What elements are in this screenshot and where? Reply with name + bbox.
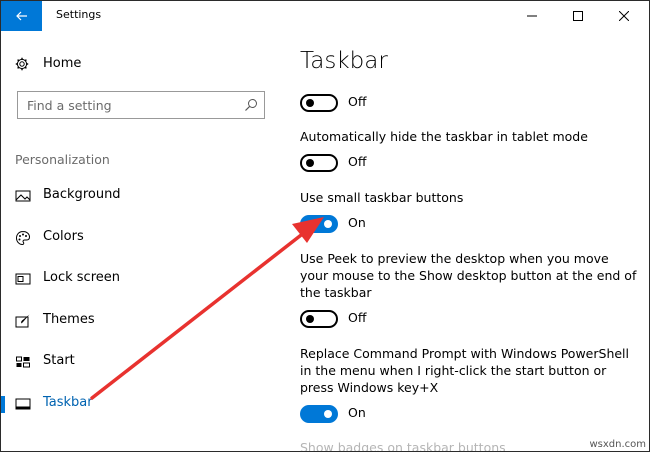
toggle-state: On	[348, 215, 366, 230]
toggle-knob	[306, 159, 314, 167]
toggle-knob	[324, 220, 332, 228]
lock-screen-icon	[15, 273, 31, 285]
maximize-button[interactable]	[555, 1, 601, 31]
toggle-switch-lock-taskbar[interactable]	[300, 94, 338, 112]
sidebar-item-colors[interactable]: Colors	[1, 221, 285, 255]
search-icon	[245, 99, 257, 111]
sidebar-item-label: Lock screen	[43, 270, 120, 285]
toggle-switch-small-buttons[interactable]	[300, 215, 338, 233]
home-label: Home	[43, 56, 82, 71]
palette-icon	[15, 230, 31, 246]
toggle-switch-powershell[interactable]	[300, 405, 338, 423]
toggle-knob	[306, 99, 314, 107]
minimize-icon	[527, 15, 537, 17]
toggle-knob	[324, 410, 332, 418]
home-link[interactable]: Home	[15, 56, 81, 71]
search-placeholder: Find a setting	[27, 98, 112, 113]
watermark: wsxdn.com	[589, 439, 646, 450]
window-title: Settings	[56, 8, 102, 21]
setting-label: Automatically hide the taskbar in tablet…	[300, 129, 588, 144]
taskbar-icon	[15, 398, 31, 410]
maximize-icon	[573, 11, 583, 21]
sidebar-item-label: Start	[43, 353, 75, 368]
back-arrow-icon	[15, 11, 27, 21]
toggle-switch-auto-hide-tablet[interactable]	[300, 154, 338, 172]
picture-icon	[15, 190, 31, 202]
toggle-state: On	[348, 405, 366, 420]
start-grid-icon	[16, 356, 30, 368]
close-icon	[619, 11, 629, 21]
sidebar-item-lock-screen[interactable]: Lock screen	[1, 262, 285, 296]
sidebar-item-themes[interactable]: Themes	[1, 304, 285, 338]
minimize-button[interactable]	[509, 1, 555, 31]
sidebar-item-label: Taskbar	[43, 395, 93, 410]
toggle-state: Off	[348, 310, 367, 325]
settings-window: Settings Home Find a setting Personaliza…	[0, 0, 650, 452]
toggle-state: Off	[348, 154, 367, 169]
active-indicator	[1, 396, 5, 413]
sidebar-item-label: Background	[43, 187, 121, 202]
search-input[interactable]: Find a setting	[17, 91, 265, 119]
section-label: Personalization	[15, 152, 110, 167]
sidebar-item-label: Themes	[43, 312, 95, 327]
sidebar-item-start[interactable]: Start	[1, 345, 285, 379]
brush-icon	[15, 314, 30, 328]
setting-label: Replace Command Prompt with Windows Powe…	[300, 346, 630, 395]
sidebar: Home Find a setting Personalization Back…	[1, 31, 285, 451]
gear-icon	[15, 57, 29, 70]
main-content: Taskbar Off Automatically hide the taskb…	[285, 31, 649, 451]
sidebar-item-taskbar[interactable]: Taskbar	[1, 387, 285, 421]
toggle-state: Off	[348, 94, 367, 109]
toggle-knob	[306, 315, 314, 323]
title-bar: Settings	[1, 1, 649, 31]
setting-label: Use Peek to preview the desktop when you…	[300, 251, 637, 300]
sidebar-item-background[interactable]: Background	[1, 179, 285, 213]
back-button[interactable]	[1, 1, 42, 31]
sidebar-item-label: Colors	[43, 229, 84, 244]
close-button[interactable]	[601, 1, 647, 31]
setting-label: Use small taskbar buttons	[300, 190, 464, 205]
page-title: Taskbar	[300, 48, 388, 74]
toggle-switch-peek[interactable]	[300, 310, 338, 328]
